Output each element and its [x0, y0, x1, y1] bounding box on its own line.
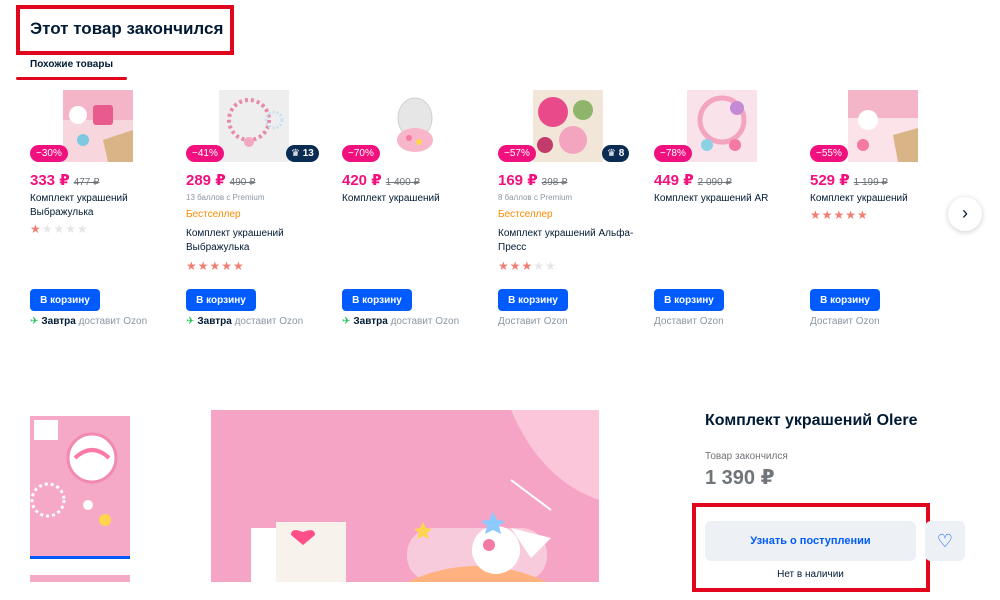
product-card[interactable]: −55% 529 ₽1 199 ₽ Комплект украшений ★★★… — [810, 88, 960, 333]
product-title: Комплект украшений Olere — [705, 412, 918, 429]
points-count-badge: ♛ 13 — [286, 145, 319, 162]
delivery-info: ✈ Завтра доставит Ozon — [186, 316, 304, 327]
gallery-thumbnail[interactable] — [30, 572, 130, 582]
old-price: 398 ₽ — [541, 177, 568, 188]
tab-active-underline — [16, 77, 127, 80]
add-to-cart-button[interactable]: В корзину — [30, 289, 100, 311]
rating-stars: ★★★★★ — [30, 222, 89, 236]
rating-stars: ★★★★★ — [186, 259, 245, 273]
product-card[interactable]: −41% ♛ 13 289 ₽490 ₽ 13 баллов с Premium… — [186, 88, 336, 333]
delivery-info: Доставит Ozon — [654, 316, 724, 327]
discount-badge: −55% — [810, 145, 848, 162]
discount-badge: −57% — [498, 145, 536, 162]
product-image[interactable] — [63, 90, 133, 162]
price: 289 ₽490 ₽ — [186, 172, 256, 189]
old-price: 1 400 ₽ — [385, 177, 420, 188]
product-name[interactable]: Комплект украшений — [810, 192, 958, 206]
favorite-button[interactable]: ♡ — [925, 521, 965, 561]
product-price: 1 390 ₽ — [705, 467, 775, 489]
product-card[interactable]: −78% 449 ₽2 090 ₽ Комплект украшений AR … — [654, 88, 804, 333]
product-card[interactable]: −30% 333 ₽477 ₽ Комплект украшений Выбра… — [30, 88, 180, 333]
crown-icon: ♛ — [607, 148, 616, 159]
add-to-cart-button[interactable]: В корзину — [498, 289, 568, 311]
points-count-badge: ♛ 8 — [602, 145, 630, 162]
product-main-image[interactable] — [211, 410, 599, 582]
price: 529 ₽1 199 ₽ — [810, 172, 888, 189]
product-name[interactable]: Комплект украшений Выбражулька — [30, 192, 178, 220]
delivery-info: ✈ Завтра доставит Ozon — [30, 316, 148, 327]
price: 420 ₽1 400 ₽ — [342, 172, 420, 189]
premium-points: 13 баллов с Premium — [186, 193, 265, 202]
product-name[interactable]: Комплект украшений — [342, 192, 490, 206]
product-image[interactable] — [219, 90, 289, 162]
product-image[interactable] — [687, 90, 757, 162]
bestseller-label: Бестселлер — [498, 209, 553, 220]
product-name[interactable]: Комплект украшений Выбражулька — [186, 227, 334, 255]
product-image[interactable] — [533, 90, 603, 162]
product-name[interactable]: Комплект украшений AR — [654, 192, 802, 206]
page-title: Этот товар закончился — [30, 19, 224, 38]
add-to-cart-button[interactable]: В корзину — [654, 289, 724, 311]
old-price: 477 ₽ — [73, 177, 100, 188]
product-card[interactable]: −70% 420 ₽1 400 ₽ Комплект украшений В к… — [342, 88, 492, 333]
tab-similar-products[interactable]: Похожие товары — [30, 59, 113, 70]
product-card[interactable]: −57% ♛ 8 169 ₽398 ₽ 8 баллов с Premium Б… — [498, 88, 648, 333]
availability-status: Нет в наличии — [777, 569, 844, 580]
add-to-cart-button[interactable]: В корзину — [810, 289, 880, 311]
add-to-cart-button[interactable]: В корзину — [186, 289, 256, 311]
bestseller-label: Бестселлер — [186, 209, 241, 220]
old-price: 1 199 ₽ — [853, 177, 888, 188]
crown-icon: ♛ — [291, 148, 300, 159]
add-to-cart-button[interactable]: В корзину — [342, 289, 412, 311]
price: 333 ₽477 ₽ — [30, 172, 100, 189]
product-name[interactable]: Комплект украшений Альфа-Пресс — [498, 227, 643, 255]
gallery-thumbnail-active-bar — [30, 556, 130, 559]
delivery-info: Доставит Ozon — [810, 316, 880, 327]
old-price: 490 ₽ — [229, 177, 256, 188]
gallery-thumbnail[interactable] — [30, 410, 130, 556]
discount-badge: −41% — [186, 145, 224, 162]
premium-points: 8 баллов с Premium — [498, 193, 573, 202]
rocket-icon: ✈ — [30, 316, 39, 327]
price: 169 ₽398 ₽ — [498, 172, 568, 189]
product-image[interactable] — [848, 90, 918, 162]
carousel-next-button[interactable]: › — [948, 197, 982, 231]
notify-availability-button[interactable]: Узнать о поступлении — [705, 521, 916, 561]
discount-badge: −78% — [654, 145, 692, 162]
chevron-right-icon: › — [962, 203, 968, 223]
delivery-info: Доставит Ozon — [498, 316, 568, 327]
old-price: 2 090 ₽ — [697, 177, 732, 188]
price: 449 ₽2 090 ₽ — [654, 172, 732, 189]
product-image[interactable] — [375, 90, 445, 162]
delivery-info: ✈ Завтра доставит Ozon — [342, 316, 460, 327]
discount-badge: −70% — [342, 145, 380, 162]
rating-stars: ★★★★★ — [810, 208, 869, 222]
discount-badge: −30% — [30, 145, 68, 162]
rating-stars: ★★★★★ — [498, 259, 557, 273]
rocket-icon: ✈ — [186, 316, 195, 327]
out-of-stock-label: Товар закончился — [705, 451, 788, 462]
heart-icon: ♡ — [936, 531, 954, 551]
rocket-icon: ✈ — [342, 316, 351, 327]
